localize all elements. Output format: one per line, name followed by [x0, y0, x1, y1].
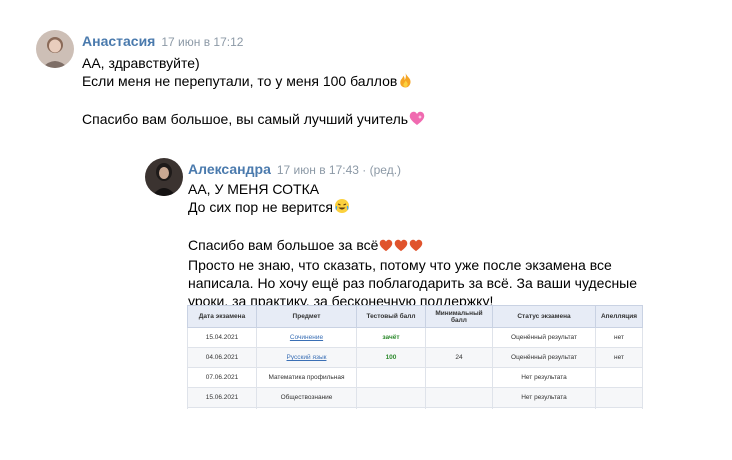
table-cell: [595, 407, 643, 409]
message-line: Спасибо вам большое за всё: [188, 236, 637, 256]
table-row: 15.06.2021 Обществознание Нет результата: [187, 387, 643, 408]
column-header: Тестовый балл: [356, 305, 426, 328]
subject-link[interactable]: Русский язык: [287, 354, 327, 361]
author-name[interactable]: Анастасия: [82, 33, 155, 49]
table-cell: Обществознание: [256, 387, 357, 408]
fire-emoji-icon: [398, 72, 413, 92]
message-line: До сих пор не верится: [188, 198, 637, 218]
table-cell: 24: [425, 347, 493, 368]
table-cell: нет: [595, 347, 643, 368]
column-header: Предмет: [256, 305, 357, 328]
table-header-row: Дата экзамена Предмет Тестовый балл Мини…: [187, 305, 643, 328]
table-cell: [595, 367, 643, 388]
column-header: Статус экзамена: [492, 305, 596, 328]
table-cell: [356, 367, 426, 388]
message-line-text: Если меня не перепутали, то у меня 100 б…: [82, 73, 398, 89]
message-body: АА, У МЕНЯ СОТКА До сих пор не верится С…: [188, 180, 637, 310]
table-cell: [356, 407, 426, 409]
heart-emoji-icon: [379, 238, 393, 256]
message-line-text: Спасибо вам большое, вы самый лучший учи…: [82, 111, 409, 127]
table-cell: Оценённый результат: [492, 327, 596, 348]
table-cell: [425, 387, 493, 408]
column-header: Апелляция: [595, 305, 643, 328]
table-cell: зачёт: [356, 327, 426, 348]
table-row: [187, 407, 643, 409]
table-cell: нет: [595, 327, 643, 348]
subject-link[interactable]: Сочинение: [290, 334, 323, 341]
message-line: АА, У МЕНЯ СОТКА: [188, 181, 320, 197]
table-cell: [187, 407, 257, 409]
message-body: АА, здравствуйте) Если меня не перепутал…: [82, 54, 425, 130]
heart-emoji-icon: [409, 238, 423, 256]
exam-results-table: Дата экзамена Предмет Тестовый балл Мини…: [187, 305, 643, 409]
table-cell: [595, 387, 643, 408]
message-line: написала. Но хочу ещё раз поблагодарить …: [188, 275, 638, 291]
table-cell: Оценённый результат: [492, 347, 596, 368]
avatar-aleksandra[interactable]: [145, 158, 183, 196]
table-cell: Русский язык: [256, 347, 357, 368]
message-header: Анастасия 17 июн в 17:12: [82, 33, 243, 51]
table-cell: Нет результата: [492, 387, 596, 408]
table-cell: [356, 387, 426, 408]
message-header: Александра 17 июн в 17:43 · (ред.): [188, 161, 401, 179]
crying-laughing-emoji-icon: [334, 198, 350, 218]
message-line: Если меня не перепутали, то у меня 100 б…: [82, 72, 425, 92]
author-name[interactable]: Александра: [188, 161, 271, 177]
table-cell: [425, 407, 493, 409]
table-cell: 04.06.2021: [187, 347, 257, 368]
table-row: 15.04.2021 Сочинение зачёт Оценённый рез…: [187, 327, 643, 348]
table-cell: [425, 367, 493, 388]
table-cell: 07.06.2021: [187, 367, 257, 388]
table-cell: 100: [356, 347, 426, 368]
table-cell: [425, 327, 493, 348]
table-cell: [492, 407, 596, 409]
table-cell: 15.06.2021: [187, 387, 257, 408]
avatar-anastasia[interactable]: [36, 30, 74, 68]
table-cell: Сочинение: [256, 327, 357, 348]
table-cell: Математика профильная: [256, 367, 357, 388]
table-cell: Нет результата: [492, 367, 596, 388]
table-row: 04.06.2021 Русский язык 100 24 Оценённый…: [187, 347, 643, 368]
message-line: АА, здравствуйте): [82, 55, 200, 71]
message-time[interactable]: 17 июн в 17:12: [161, 35, 243, 49]
table-cell: [256, 407, 357, 409]
message-time[interactable]: 17 июн в 17:43 · (ред.): [277, 163, 401, 177]
message-line-text: До сих пор не верится: [188, 199, 333, 215]
heart-emoji-icon: [409, 111, 425, 130]
exam-results-image[interactable]: Дата экзамена Предмет Тестовый балл Мини…: [187, 305, 643, 409]
message-line: Спасибо вам большое, вы самый лучший учи…: [82, 110, 425, 130]
column-header: Минимальный балл: [425, 305, 493, 328]
column-header: Дата экзамена: [187, 305, 257, 328]
message-line: Просто не знаю, что сказать, потому что …: [188, 257, 612, 273]
heart-emoji-icon: [394, 238, 408, 256]
table-cell: 15.04.2021: [187, 327, 257, 348]
message-line-text: Спасибо вам большое за всё: [188, 237, 379, 253]
table-row: 07.06.2021 Математика профильная Нет рез…: [187, 367, 643, 388]
